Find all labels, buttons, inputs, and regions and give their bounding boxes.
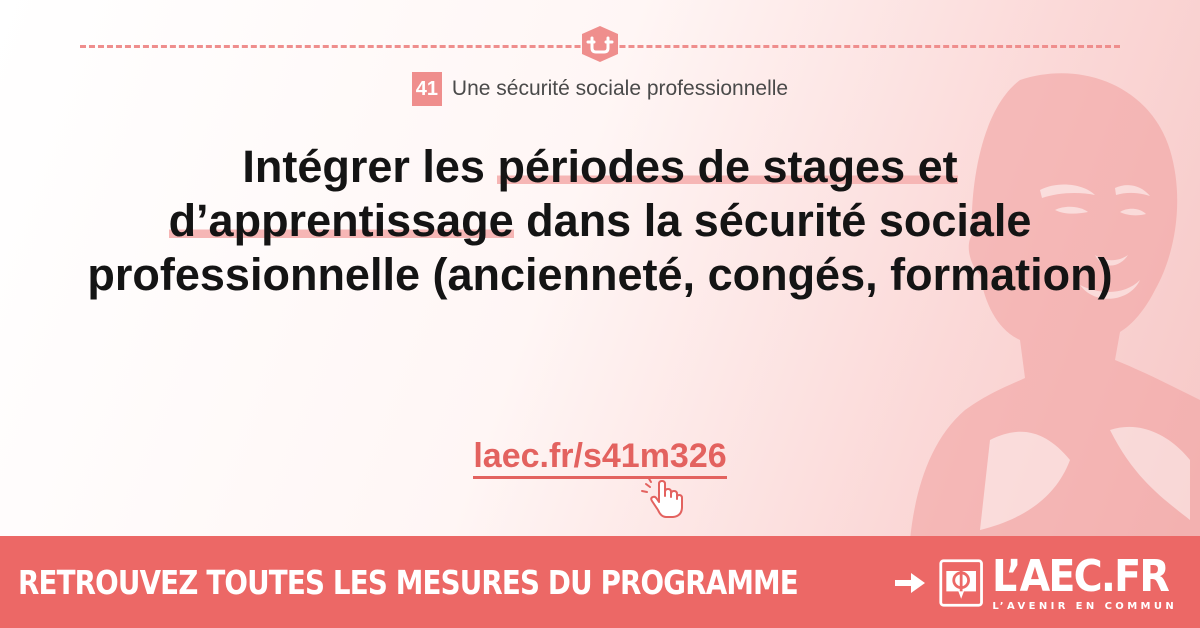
headline-highlight-2: d’apprentissage — [168, 195, 514, 246]
phi-logo-icon — [939, 559, 983, 607]
hand-pointer-icon — [641, 476, 683, 518]
headline-highlight-1: périodes de stages et — [497, 141, 958, 192]
measure-category: Une sécurité sociale professionnelle — [451, 77, 789, 100]
headline-text-1: Intégrer les — [242, 141, 498, 192]
handshake-icon — [582, 26, 618, 62]
brand-name: L’AEC.FR — [992, 550, 1170, 602]
brand-logo[interactable]: L’AEC.FR L’AVENIR EN COMMUN — [938, 550, 1188, 616]
page-title: Intégrer les périodes de stages et d’appr… — [40, 140, 1160, 302]
short-link-wrap: laec.fr/s41m326 — [0, 437, 1200, 479]
measure-kicker: 41 Une sécurité sociale professionnelle — [0, 72, 1200, 106]
measure-number-badge: 41 — [411, 72, 442, 106]
short-link[interactable]: laec.fr/s41m326 — [473, 437, 727, 479]
program-cta[interactable]: RETROUVEZ TOUTES LES MESURES DU PROGRAMM… — [18, 563, 799, 602]
arrow-right-icon — [895, 573, 925, 593]
brand-tagline: L’AVENIR EN COMMUN — [992, 600, 1178, 612]
handshake-badge — [572, 22, 628, 66]
